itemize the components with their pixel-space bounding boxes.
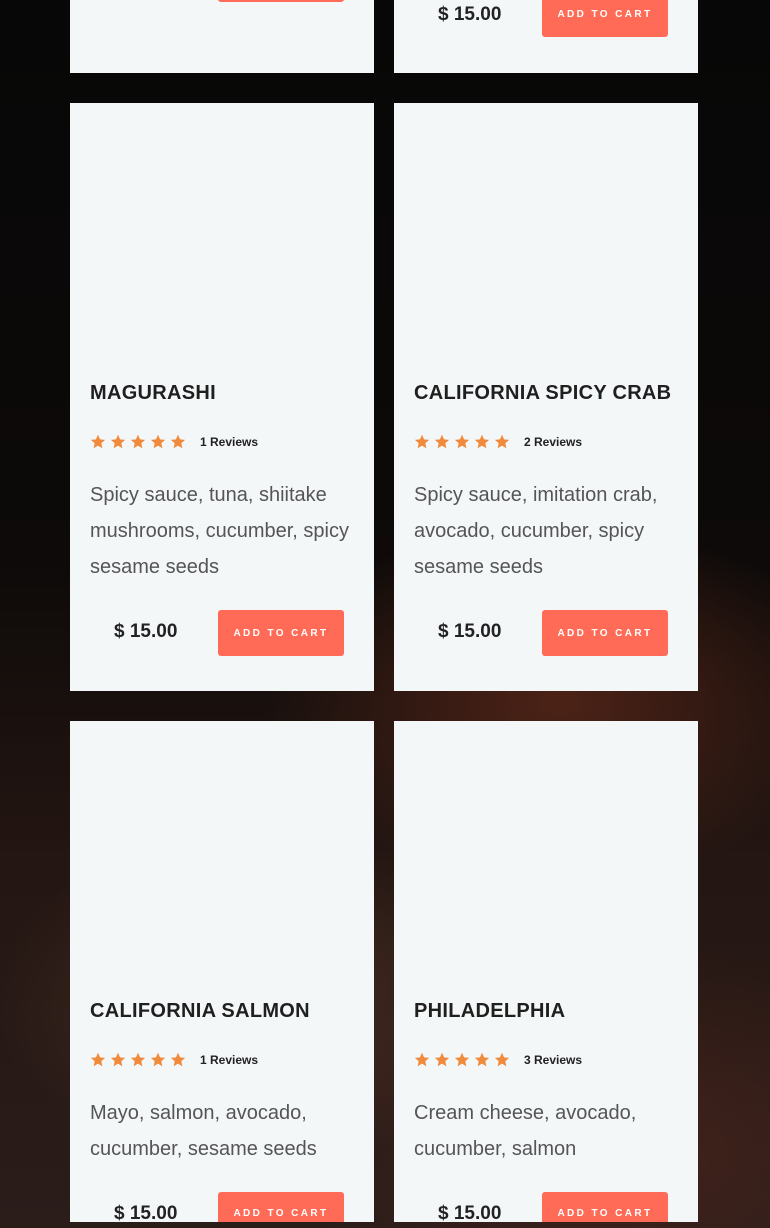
product-title[interactable]: PHILADELPHIA bbox=[414, 1000, 565, 1023]
star-icon bbox=[130, 1052, 146, 1067]
star-icon bbox=[454, 1052, 470, 1067]
star-icon bbox=[110, 434, 126, 449]
star-icon bbox=[434, 434, 450, 449]
product-description: Mayo, salmon, avocado, cucumber, sesame … bbox=[90, 1102, 317, 1160]
star-icon bbox=[110, 1052, 126, 1067]
add-to-cart-button[interactable]: ADD TO CART bbox=[542, 1192, 668, 1222]
add-to-cart-button[interactable]: ADD TO CART bbox=[218, 1192, 344, 1222]
star-icon bbox=[150, 434, 166, 449]
star-icon bbox=[90, 434, 106, 449]
product-rating: 3 Reviews bbox=[414, 1051, 582, 1069]
star-icon bbox=[434, 1052, 450, 1067]
product-price: $ 15.00 bbox=[438, 621, 502, 642]
product-title[interactable]: MAGURASHI bbox=[90, 382, 216, 405]
star-icon bbox=[414, 1052, 430, 1067]
star-icon bbox=[494, 434, 510, 449]
product-card-top-left bbox=[70, 0, 374, 73]
rating-stars bbox=[414, 1052, 510, 1068]
product-image[interactable] bbox=[394, 721, 698, 981]
product-card[interactable]: PHILADELPHIA 3 Reviews Cream cheese, avo… bbox=[394, 721, 698, 1224]
product-image[interactable] bbox=[70, 103, 374, 363]
product-rating: 2 Reviews bbox=[414, 433, 582, 451]
review-count[interactable]: 2 Reviews bbox=[524, 435, 582, 449]
star-icon bbox=[474, 1052, 490, 1067]
star-icon bbox=[454, 434, 470, 449]
product-price: $ 15.00 bbox=[438, 1203, 502, 1224]
star-icon bbox=[494, 1052, 510, 1067]
review-count[interactable]: 1 Reviews bbox=[200, 1053, 258, 1067]
product-image[interactable] bbox=[70, 721, 374, 981]
review-count[interactable]: 1 Reviews bbox=[200, 435, 258, 449]
product-card-top-right: $ 15.00 ADD TO CART bbox=[394, 0, 698, 73]
star-icon bbox=[170, 1052, 186, 1067]
product-title[interactable]: CALIFORNIA SPICY CRAB bbox=[414, 382, 671, 405]
product-description: Spicy sauce, imitation crab, avocado, cu… bbox=[414, 484, 658, 578]
product-description: Spicy sauce, tuna, shiitake mushrooms, c… bbox=[90, 484, 349, 578]
add-to-cart-button[interactable]: ADD TO CART bbox=[542, 610, 668, 656]
rating-stars bbox=[90, 434, 186, 450]
product-card[interactable]: CALIFORNIA SPICY CRAB 2 Reviews Spicy sa… bbox=[394, 103, 698, 691]
star-icon bbox=[170, 434, 186, 449]
star-icon bbox=[474, 434, 490, 449]
rating-stars bbox=[90, 1052, 186, 1068]
add-to-cart-button[interactable] bbox=[218, 0, 344, 2]
product-card[interactable]: CALIFORNIA SALMON 1 Reviews Mayo, salmon… bbox=[70, 721, 374, 1224]
star-icon bbox=[414, 434, 430, 449]
add-to-cart-button[interactable]: ADD TO CART bbox=[218, 610, 344, 656]
product-card[interactable]: MAGURASHI 1 Reviews Spicy sauce, tuna, s… bbox=[70, 103, 374, 691]
review-count[interactable]: 3 Reviews bbox=[524, 1053, 582, 1067]
product-rating: 1 Reviews bbox=[90, 1051, 258, 1069]
product-price: $ 15.00 bbox=[114, 1203, 178, 1224]
product-rating: 1 Reviews bbox=[90, 433, 258, 451]
product-image[interactable] bbox=[394, 103, 698, 363]
product-title[interactable]: CALIFORNIA SALMON bbox=[90, 1000, 310, 1023]
rating-stars bbox=[414, 434, 510, 450]
add-to-cart-button[interactable]: ADD TO CART bbox=[542, 0, 668, 37]
star-icon bbox=[90, 1052, 106, 1067]
star-icon bbox=[150, 1052, 166, 1067]
product-price: $ 15.00 bbox=[114, 621, 178, 642]
product-description: Cream cheese, avocado, cucumber, salmon bbox=[414, 1102, 637, 1160]
star-icon bbox=[130, 434, 146, 449]
product-price: $ 15.00 bbox=[438, 4, 502, 25]
